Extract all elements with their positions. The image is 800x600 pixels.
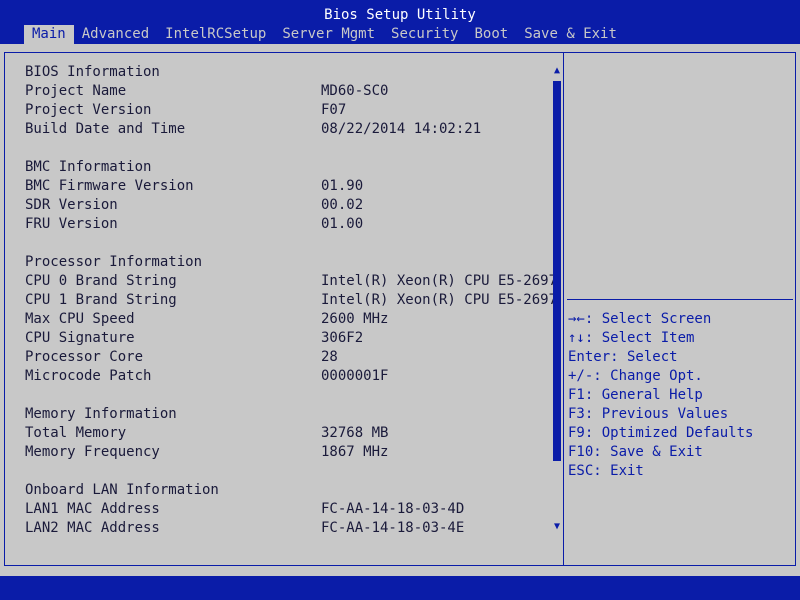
spacer-row <box>25 386 555 405</box>
row-label: Onboard LAN Information <box>25 482 219 498</box>
key-help-item: ↑↓: Select Item <box>568 330 695 346</box>
key-help-item: →←: Select Screen <box>568 311 712 327</box>
info-row: CPU 0 Brand String Intel(R) Xeon(R) CPU E… <box>25 272 558 291</box>
row-label: Build Date and Time <box>25 121 186 137</box>
section-header: Memory Information <box>25 405 555 424</box>
help-divider <box>567 299 793 300</box>
row-label: SDR Version <box>25 197 118 213</box>
app-title: Bios Setup Utility <box>324 7 476 23</box>
row-value: 32768 MB <box>321 425 389 441</box>
row-value: FC-AA-14-18-03-4E <box>321 520 465 536</box>
info-row: Project Name MD60-SC0 <box>25 82 555 101</box>
info-row: LAN2 MAC Address FC-AA-14-18-03-4E <box>25 519 555 538</box>
row-value: 01.90 <box>321 178 364 194</box>
key-help-item: Enter: Select <box>568 349 678 365</box>
section-header: Processor Information <box>25 253 555 272</box>
row-value: FC-AA-14-18-03-4D <box>321 501 465 517</box>
row-label: Microcode Patch <box>25 368 152 384</box>
section-header: Onboard LAN Information <box>25 481 555 500</box>
row-value: 01.00 <box>321 216 364 232</box>
spacer-row <box>25 462 555 481</box>
section-header: BMC Information <box>25 158 555 177</box>
row-label: CPU 0 Brand String <box>25 273 177 289</box>
row-value: MD60-SC0 <box>321 83 389 99</box>
key-help-item: F3: Previous Values <box>568 406 729 422</box>
row-value: 28 <box>321 349 338 365</box>
row-label: BMC Information <box>25 159 152 175</box>
info-row: Memory Frequency 1867 MHz <box>25 443 555 462</box>
key-help-item: +/-: Change Opt. <box>568 368 703 384</box>
info-row: Microcode Patch 0000001F <box>25 367 555 386</box>
info-row: Max CPU Speed 2600 MHz <box>25 310 555 329</box>
row-label: BMC Firmware Version <box>25 178 194 194</box>
scroll-down-icon[interactable]: ▼ <box>552 522 562 532</box>
row-value: 00.02 <box>321 197 364 213</box>
row-value: 2600 MHz <box>321 311 389 327</box>
row-value: F07 <box>321 102 347 118</box>
row-label: CPU 1 Brand String <box>25 292 177 308</box>
scroll-up-icon[interactable]: ▲ <box>552 66 562 76</box>
info-row: LAN1 MAC Address FC-AA-14-18-03-4D <box>25 500 555 519</box>
key-help-item: F10: Save & Exit <box>568 444 703 460</box>
row-label: Memory Frequency <box>25 444 160 460</box>
info-row: FRU Version 01.00 <box>25 215 555 234</box>
info-list: BIOS Information Project Name MD60-SC0 Proj… <box>25 63 558 538</box>
tab-advanced[interactable]: Advanced <box>74 25 157 44</box>
row-label: CPU Signature <box>25 330 135 346</box>
row-value: 306F2 <box>321 330 364 346</box>
row-label: Max CPU Speed <box>25 311 135 327</box>
row-label: Memory Information <box>25 406 177 422</box>
scrollbar-thumb[interactable] <box>553 81 561 461</box>
row-value: 1867 MHz <box>321 444 389 460</box>
info-row: BMC Firmware Version 01.90 <box>25 177 555 196</box>
row-label: Project Version <box>25 102 152 118</box>
key-help-item: ESC: Exit <box>568 463 644 479</box>
key-help-item: F1: General Help <box>568 387 703 403</box>
info-row: Processor Core 28 <box>25 348 555 367</box>
help-panel: →←: Select Screen ↑↓: Select Item Enter: S… <box>563 52 796 566</box>
tab-bar: Main Advanced IntelRCSetup Server Mgmt S… <box>24 25 625 44</box>
info-row: CPU 1 Brand String Intel(R) Xeon(R) CPU E… <box>25 291 558 310</box>
tab-save-exit[interactable]: Save & Exit <box>516 25 625 44</box>
key-help-list: →←: Select Screen ↑↓: Select Item Enter: S… <box>568 310 753 481</box>
row-label: BIOS Information <box>25 64 160 80</box>
row-label: Total Memory <box>25 425 127 441</box>
key-help-item: F9: Optimized Defaults <box>568 425 754 441</box>
spacer-row <box>25 139 555 158</box>
row-label: Project Name <box>25 83 127 99</box>
tab-boot[interactable]: Boot <box>466 25 516 44</box>
tab-server-mgmt[interactable]: Server Mgmt <box>274 25 383 44</box>
spacer-row <box>25 234 555 253</box>
status-bar <box>0 576 800 600</box>
row-label: FRU Version <box>25 216 118 232</box>
section-header: BIOS Information <box>25 63 555 82</box>
row-value: Intel(R) Xeon(R) CPU E5-2697 <box>321 292 558 308</box>
tab-intelrcsetup[interactable]: IntelRCSetup <box>157 25 274 44</box>
row-label: LAN1 MAC Address <box>25 501 160 517</box>
title-bar: Bios Setup Utility Main Advanced IntelRC… <box>0 0 800 44</box>
row-label: Processor Core <box>25 349 144 365</box>
row-value: 0000001F <box>321 368 389 384</box>
info-row: Total Memory 32768 MB <box>25 424 555 443</box>
row-label: Processor Information <box>25 254 203 270</box>
info-row: Project Version F07 <box>25 101 555 120</box>
main-panel: BIOS Information Project Name MD60-SC0 Proj… <box>4 52 564 566</box>
row-value: Intel(R) Xeon(R) CPU E5-2697 <box>321 273 558 289</box>
row-value: 08/22/2014 14:02:21 <box>321 121 482 137</box>
row-label: LAN2 MAC Address <box>25 520 160 536</box>
tab-main[interactable]: Main <box>24 25 74 44</box>
info-row: Build Date and Time 08/22/2014 14:02:21 <box>25 120 555 139</box>
tab-security[interactable]: Security <box>383 25 466 44</box>
info-row: SDR Version 00.02 <box>25 196 555 215</box>
info-row: CPU Signature 306F2 <box>25 329 555 348</box>
